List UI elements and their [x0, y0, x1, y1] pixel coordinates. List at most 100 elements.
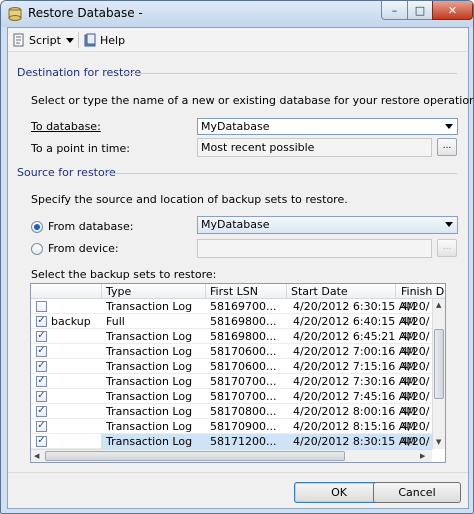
- from-device-label[interactable]: From device:: [48, 242, 119, 255]
- vertical-scrollbar[interactable]: ▲ ▼: [432, 299, 445, 449]
- cell-start-date: 4/20/2012 7:30:16 AM: [293, 375, 416, 388]
- restore-checkbox[interactable]: ✓: [36, 316, 47, 327]
- to-database-value: MyDatabase: [201, 120, 270, 133]
- backup-sets-grid[interactable]: Type First LSN Start Date Finish Da ✓ Tr…: [30, 283, 446, 463]
- cell-type: Transaction Log: [106, 300, 193, 313]
- restore-checkbox[interactable]: ✓: [36, 331, 47, 342]
- cell-first-lsn: 58170700...: [210, 375, 277, 388]
- restore-checkbox[interactable]: ✓: [36, 346, 47, 357]
- scroll-up-icon[interactable]: ▲: [436, 301, 441, 309]
- script-label: Script: [29, 33, 61, 47]
- cell-start-date: 4/20/2012 8:30:15 AM: [293, 435, 416, 448]
- title-bar[interactable]: Restore Database - – □ ✕: [1, 1, 473, 27]
- from-database-value: MyDatabase: [201, 218, 270, 231]
- scroll-down-icon[interactable]: ▼: [436, 438, 441, 446]
- horizontal-scrollbar[interactable]: ◀ ▶: [31, 449, 432, 462]
- table-row[interactable]: ✓ Transaction Log 58170600... 4/20/2012 …: [31, 344, 432, 359]
- cell-finish-date: 4/20/: [401, 300, 430, 313]
- point-in-time-browse-button[interactable]: ...: [437, 138, 457, 156]
- dialog-body: Script Help Destination for restore Sele…: [7, 27, 473, 509]
- table-row[interactable]: ✓ Transaction Log 58169800... 4/20/2012 …: [31, 329, 432, 344]
- cell-first-lsn: 58170600...: [210, 360, 277, 373]
- help-label: Help: [100, 33, 126, 47]
- header-separator: [205, 284, 206, 299]
- close-button[interactable]: ✕: [432, 1, 473, 20]
- scroll-left-icon[interactable]: ◀: [34, 452, 39, 460]
- from-database-label[interactable]: From database:: [48, 220, 133, 233]
- to-database-combo[interactable]: MyDatabase: [197, 118, 458, 135]
- window-title: Restore Database -: [28, 6, 143, 20]
- table-row[interactable]: ✓ Transaction Log 58170700... 4/20/2012 …: [31, 389, 432, 404]
- chevron-down-icon[interactable]: [445, 124, 453, 129]
- from-device-field: [197, 239, 432, 258]
- column-header-first-lsn[interactable]: First LSN: [210, 285, 258, 298]
- help-button[interactable]: Help: [83, 32, 125, 48]
- column-header-start-date[interactable]: Start Date: [291, 285, 348, 298]
- scroll-right-icon[interactable]: ▶: [420, 452, 425, 460]
- backup-sets-label: Select the backup sets to restore:: [31, 268, 217, 281]
- point-in-time-field: Most recent possible: [197, 138, 432, 157]
- script-button[interactable]: Script: [12, 32, 74, 48]
- minimize-icon: –: [391, 3, 398, 17]
- ellipsis-icon: ...: [442, 242, 452, 252]
- database-restore-icon: [8, 7, 22, 21]
- restore-checkbox[interactable]: ✓: [36, 406, 47, 417]
- table-row[interactable]: ✓ Transaction Log 58170700... 4/20/2012 …: [31, 374, 432, 389]
- table-row[interactable]: ✓ backup Full 58169800... 4/20/2012 6:40…: [31, 314, 432, 329]
- source-divider: [104, 173, 457, 174]
- point-in-time-label: To a point in time:: [31, 142, 130, 155]
- header-separator: [286, 284, 287, 299]
- restore-database-window: Restore Database - – □ ✕ Script Help Des…: [0, 0, 474, 514]
- from-device-browse-button: ...: [437, 239, 457, 257]
- cell-finish-date: 4/20/: [401, 330, 430, 343]
- maximize-button[interactable]: □: [407, 1, 433, 20]
- restore-checkbox[interactable]: ✓: [36, 421, 47, 432]
- from-device-radio[interactable]: [31, 243, 43, 255]
- minimize-button[interactable]: –: [381, 1, 408, 20]
- from-database-radio[interactable]: [31, 221, 43, 233]
- cell-type: Transaction Log: [106, 435, 193, 448]
- source-section-title: Source for restore: [17, 166, 116, 179]
- toolbar-separator: [78, 32, 79, 48]
- script-icon: [13, 33, 24, 47]
- ok-button[interactable]: OK: [294, 482, 384, 503]
- cell-type: Transaction Log: [106, 345, 193, 358]
- table-row[interactable]: ✓ Transaction Log 58170600... 4/20/2012 …: [31, 359, 432, 374]
- cell-type: Transaction Log: [106, 420, 193, 433]
- cell-type: Transaction Log: [106, 360, 193, 373]
- cell-finish-date: 4/20/: [401, 315, 430, 328]
- cell-start-date: 4/20/2012 8:15:16 AM: [293, 420, 416, 433]
- cell-finish-date: 4/20/: [401, 375, 430, 388]
- column-header-finish-date[interactable]: Finish Da: [401, 285, 445, 298]
- cell-first-lsn: 58170600...: [210, 345, 277, 358]
- cell-start-date: 4/20/2012 8:00:16 AM: [293, 405, 416, 418]
- table-row[interactable]: ✓ Transaction Log 58170800... 4/20/2012 …: [31, 404, 432, 419]
- destination-description: Select or type the name of a new or exis…: [31, 94, 474, 107]
- to-database-label: To database:: [31, 120, 101, 133]
- header-separator: [395, 284, 396, 299]
- help-icon: [84, 33, 96, 47]
- horizontal-scroll-thumb[interactable]: [45, 451, 345, 461]
- cell-finish-date: 4/20/: [401, 345, 430, 358]
- restore-checkbox[interactable]: ✓: [36, 376, 47, 387]
- restore-checkbox[interactable]: ✓: [36, 301, 47, 312]
- column-header-type[interactable]: Type: [106, 285, 131, 298]
- table-row[interactable]: ✓ Transaction Log 58169700... 4/20/2012 …: [31, 299, 432, 314]
- cell-first-lsn: 58170700...: [210, 390, 277, 403]
- cancel-button[interactable]: Cancel: [373, 482, 461, 503]
- restore-checkbox[interactable]: ✓: [36, 361, 47, 372]
- grid-rows: ✓ Transaction Log 58169700... 4/20/2012 …: [31, 299, 432, 449]
- grid-header: Type First LSN Start Date Finish Da: [31, 284, 445, 299]
- restore-checkbox[interactable]: ✓: [36, 391, 47, 402]
- cell-first-lsn: 58170900...: [210, 420, 277, 433]
- table-row[interactable]: ✓ Transaction Log 58170900... 4/20/2012 …: [31, 419, 432, 434]
- chevron-down-icon[interactable]: [65, 37, 74, 43]
- from-database-combo[interactable]: MyDatabase: [197, 216, 458, 234]
- vertical-scroll-thumb[interactable]: [434, 329, 444, 399]
- cell-start-date: 4/20/2012 6:45:21 AM: [293, 330, 416, 343]
- chevron-down-icon[interactable]: [445, 222, 453, 227]
- point-in-time-value: Most recent possible: [201, 141, 315, 154]
- toolbar: Script Help: [8, 28, 468, 52]
- restore-checkbox[interactable]: ✓: [36, 436, 47, 447]
- table-row-selected[interactable]: ✓ Transaction Log 58171200... 4/20/2012 …: [31, 434, 432, 449]
